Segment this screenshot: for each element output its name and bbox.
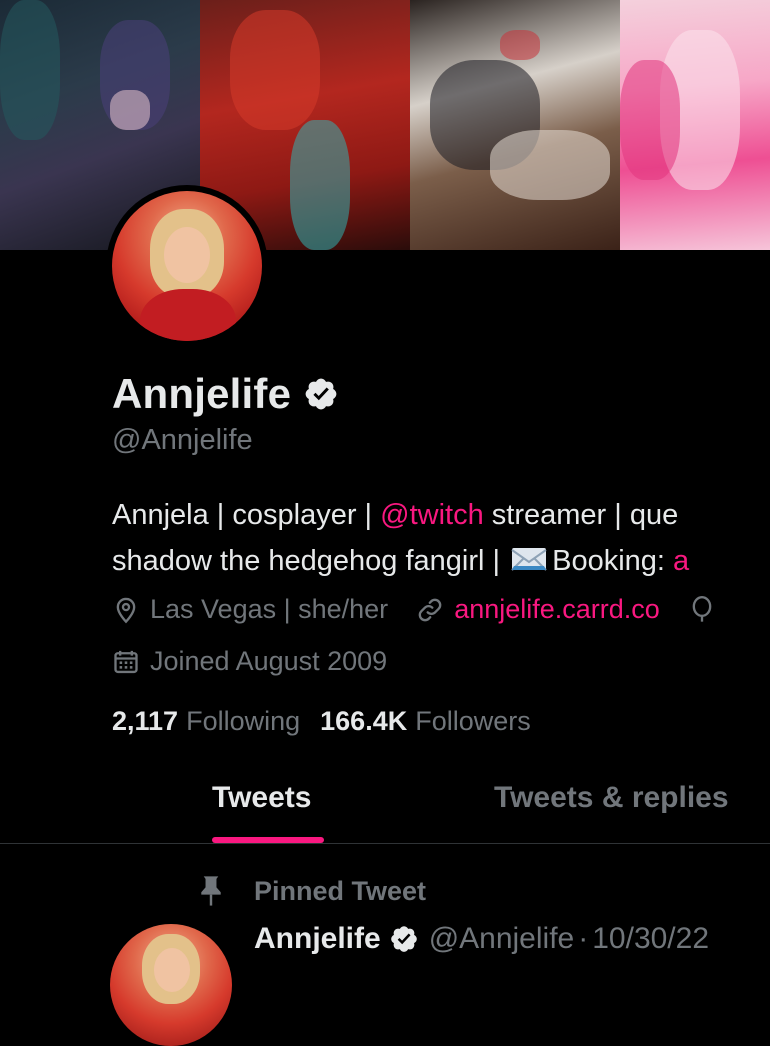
banner-panel-4 — [620, 0, 770, 250]
joined-item: Joined August 2009 — [112, 646, 387, 677]
tweet-header: Annjelife @Annjelife · 10/30/22 — [254, 922, 709, 956]
birthday-balloon-icon — [692, 595, 712, 622]
active-tab-indicator — [212, 837, 324, 843]
verified-badge-icon — [390, 926, 417, 952]
calendar-icon — [114, 650, 138, 673]
bio-line-1: Annjela | cosplayer | @twitch streamer |… — [112, 499, 679, 531]
verified-badge-icon[interactable] — [303, 376, 339, 412]
website-link[interactable]: annjelife.carrd.co — [454, 594, 660, 625]
birthday-item — [688, 595, 726, 624]
followers-stat[interactable]: 166.4K Followers — [320, 706, 531, 737]
profile-joined-row: Joined August 2009 — [112, 646, 415, 677]
following-stat[interactable]: 2,117 Following — [112, 706, 300, 737]
link-icon — [418, 598, 442, 621]
pin-icon — [201, 876, 221, 906]
tweet-author-name[interactable]: Annjelife — [254, 922, 381, 956]
profile-banner[interactable] — [0, 0, 770, 250]
location-item: Las Vegas | she/her — [112, 594, 388, 625]
profile-bio: Annjela | cosplayer | @twitch streamer |… — [112, 492, 770, 584]
profile-avatar-frame[interactable] — [106, 185, 268, 347]
profile-name-row: Annjelife — [112, 370, 339, 418]
profile-tabs: Tweets Tweets & replies — [0, 765, 770, 844]
banner-panel-3 — [410, 0, 620, 250]
envelope-emoji-icon — [511, 548, 547, 571]
location-pin-icon — [116, 597, 136, 623]
tab-tweets-and-replies[interactable]: Tweets & replies — [494, 781, 729, 815]
booking-link[interactable]: a — [673, 545, 689, 577]
pinned-tweet-label: Pinned Tweet — [254, 875, 427, 906]
display-name: Annjelife — [112, 370, 292, 417]
bio-line-2: shadow the hedgehog fangirl | Booking: a — [112, 545, 690, 577]
tab-tweets[interactable]: Tweets — [212, 781, 311, 815]
pinned-tweet-label-row: Pinned Tweet — [196, 874, 426, 908]
tweet-date[interactable]: 10/30/22 — [592, 922, 709, 956]
profile-avatar[interactable] — [112, 191, 262, 341]
follow-stats: 2,117 Following 166.4K Followers — [112, 706, 531, 737]
tweet-author-handle[interactable]: @Annjelife — [429, 922, 575, 956]
tweet-author-avatar[interactable] — [110, 924, 232, 1046]
website-item[interactable]: annjelife.carrd.co — [416, 594, 660, 625]
profile-meta-row: Las Vegas | she/her annjelife.carrd.co — [112, 594, 754, 625]
tweet-separator: · — [578, 922, 589, 955]
twitch-mention-link[interactable]: @twitch — [380, 499, 484, 531]
profile-handle: @Annjelife — [112, 424, 253, 456]
